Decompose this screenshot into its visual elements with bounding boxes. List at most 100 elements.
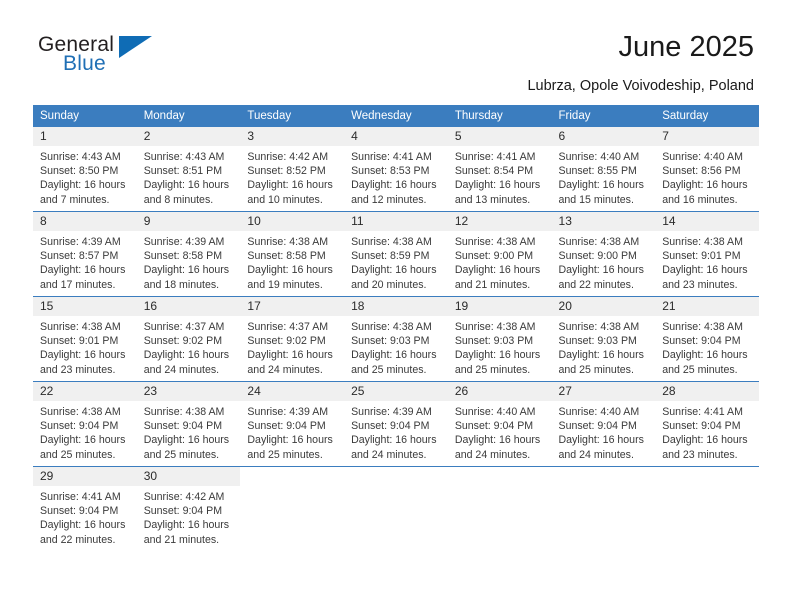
day-cell[interactable]: 17 Sunrise: 4:37 AM Sunset: 9:02 PM Dayligh… [240, 296, 345, 382]
daylight-text-line2: and 17 minutes. [40, 278, 116, 291]
day-cell-empty [447, 466, 552, 551]
day-cell[interactable]: 19 Sunrise: 4:38 AM Sunset: 9:03 PM Dayligh… [447, 296, 552, 382]
sunset-text: Sunset: 9:02 PM [247, 335, 326, 348]
daylight-text-line1: Daylight: 16 hours [40, 179, 126, 192]
sunset-text: Sunset: 9:00 PM [454, 250, 534, 263]
day-number: 27 [551, 382, 656, 401]
sunrise-text: Sunrise: 4:41 AM [662, 406, 743, 418]
day-cell[interactable]: 2 Sunrise: 4:43 AM Sunset: 8:51 PM Daylight… [136, 127, 241, 212]
day-cell[interactable]: 4 Sunrise: 4:41 AM Sunset: 8:53 PM Daylight… [344, 127, 448, 212]
daylight-text-line2: and 25 minutes. [454, 363, 531, 376]
day-number: 13 [551, 212, 656, 231]
daylight-text-line2: and 25 minutes. [351, 363, 427, 376]
day-cell[interactable]: 1 Sunrise: 4:43 AM Sunset: 8:50 PM Daylight… [33, 127, 137, 212]
daylight-text-line1: Daylight: 16 hours [454, 349, 541, 362]
day-cell[interactable]: 10 Sunrise: 4:38 AM Sunset: 8:58 PM Dayligh… [240, 211, 345, 297]
day-details: Sunrise: 4:38 AM Sunset: 9:03 PM Daylight:… [552, 316, 656, 377]
weekday-header-wednesday: Wednesday [344, 105, 448, 127]
day-cell[interactable]: 29 Sunrise: 4:41 AM Sunset: 9:04 PM Dayligh… [33, 466, 137, 551]
daylight-text-line1: Daylight: 16 hours [40, 434, 126, 447]
sunrise-text: Sunrise: 4:38 AM [40, 406, 121, 418]
day-cell[interactable]: 18 Sunrise: 4:38 AM Sunset: 9:03 PM Dayligh… [344, 296, 448, 382]
day-cell[interactable]: 14 Sunrise: 4:38 AM Sunset: 9:01 PM Dayligh… [655, 211, 759, 297]
day-number: 7 [655, 127, 759, 146]
day-details: Sunrise: 4:40 AM Sunset: 8:56 PM Daylight:… [655, 146, 759, 207]
day-number: 2 [136, 127, 241, 146]
daylight-text-line2: and 21 minutes. [143, 533, 220, 546]
day-details: Sunrise: 4:38 AM Sunset: 9:03 PM Daylight:… [344, 316, 448, 377]
sunset-text: Sunset: 9:04 PM [247, 420, 326, 433]
daylight-text-line1: Daylight: 16 hours [143, 349, 230, 362]
daylight-text-line2: and 24 minutes. [558, 448, 634, 461]
day-number: 10 [240, 212, 345, 231]
daylight-text-line1: Daylight: 16 hours [40, 349, 126, 362]
day-cell[interactable]: 13 Sunrise: 4:38 AM Sunset: 9:00 PM Dayligh… [551, 211, 656, 297]
day-cell[interactable]: 25 Sunrise: 4:39 AM Sunset: 9:04 PM Dayligh… [344, 381, 448, 467]
daylight-text-line2: and 24 minutes. [454, 448, 531, 461]
day-cell[interactable]: 6 Sunrise: 4:40 AM Sunset: 8:55 PM Daylight… [551, 127, 656, 212]
day-cell[interactable]: 16 Sunrise: 4:37 AM Sunset: 9:02 PM Dayligh… [136, 296, 241, 382]
sunrise-text: Sunrise: 4:40 AM [558, 406, 640, 418]
day-cell[interactable]: 20 Sunrise: 4:38 AM Sunset: 9:03 PM Dayligh… [551, 296, 656, 382]
daylight-text-line2: and 24 minutes. [143, 363, 220, 376]
sunset-text: Sunset: 8:54 PM [454, 165, 534, 178]
daylight-text-line1: Daylight: 16 hours [143, 264, 230, 277]
page-header: General Blue June 2025 Lubrza, Opole Voi… [0, 0, 792, 100]
day-details: Sunrise: 4:39 AM Sunset: 8:57 PM Daylight:… [33, 231, 137, 292]
daylight-text-line1: Daylight: 16 hours [247, 179, 333, 192]
day-cell[interactable]: 26 Sunrise: 4:40 AM Sunset: 9:04 PM Dayligh… [447, 381, 552, 467]
day-number: 1 [33, 127, 137, 146]
day-cell[interactable]: 5 Sunrise: 4:41 AM Sunset: 8:54 PM Daylight… [447, 127, 552, 212]
day-cell[interactable]: 28 Sunrise: 4:41 AM Sunset: 9:04 PM Dayligh… [655, 381, 759, 467]
daylight-text-line2: and 25 minutes. [40, 448, 116, 461]
daylight-text-line2: and 15 minutes. [558, 193, 634, 206]
day-cell[interactable]: 8 Sunrise: 4:39 AM Sunset: 8:57 PM Daylight… [33, 211, 137, 297]
daylight-text-line1: Daylight: 16 hours [454, 264, 541, 277]
day-number [551, 467, 656, 486]
day-cell[interactable]: 9 Sunrise: 4:39 AM Sunset: 8:58 PM Daylight… [136, 211, 241, 297]
sunrise-text: Sunrise: 4:38 AM [40, 321, 121, 333]
day-number: 24 [240, 382, 345, 401]
day-cell[interactable]: 23 Sunrise: 4:38 AM Sunset: 9:04 PM Dayligh… [136, 381, 241, 467]
day-details: Sunrise: 4:42 AM Sunset: 9:04 PM Daylight:… [137, 486, 241, 547]
daylight-text-line1: Daylight: 16 hours [351, 179, 437, 192]
day-details: Sunrise: 4:41 AM Sunset: 9:04 PM Daylight:… [655, 401, 759, 462]
day-cell-empty [240, 466, 345, 551]
daylight-text-line1: Daylight: 16 hours [351, 434, 437, 447]
day-cell[interactable]: 21 Sunrise: 4:38 AM Sunset: 9:04 PM Dayligh… [655, 296, 759, 382]
day-cell[interactable]: 30 Sunrise: 4:42 AM Sunset: 9:04 PM Dayligh… [136, 466, 241, 551]
day-cell[interactable]: 3 Sunrise: 4:42 AM Sunset: 8:52 PM Daylight… [240, 127, 345, 212]
sunset-text: Sunset: 9:04 PM [662, 335, 741, 348]
sunset-text: Sunset: 8:56 PM [662, 165, 741, 178]
day-details: Sunrise: 4:40 AM Sunset: 9:04 PM Daylight:… [552, 401, 656, 462]
sunset-text: Sunset: 9:03 PM [351, 335, 430, 348]
sunrise-text: Sunrise: 4:38 AM [662, 236, 743, 248]
day-cell[interactable]: 15 Sunrise: 4:38 AM Sunset: 9:01 PM Dayligh… [33, 296, 137, 382]
day-number: 9 [136, 212, 241, 231]
daylight-text-line1: Daylight: 16 hours [662, 264, 748, 277]
day-details: Sunrise: 4:40 AM Sunset: 9:04 PM Daylight:… [448, 401, 552, 462]
day-details: Sunrise: 4:38 AM Sunset: 9:00 PM Daylight:… [448, 231, 552, 292]
day-cell[interactable]: 11 Sunrise: 4:38 AM Sunset: 8:59 PM Dayligh… [344, 211, 448, 297]
daylight-text-line1: Daylight: 16 hours [247, 434, 333, 447]
day-details: Sunrise: 4:39 AM Sunset: 9:04 PM Daylight:… [344, 401, 448, 462]
day-number: 15 [33, 297, 137, 316]
sunrise-text: Sunrise: 4:43 AM [143, 151, 225, 163]
sunrise-text: Sunrise: 4:39 AM [351, 406, 432, 418]
day-details: Sunrise: 4:38 AM Sunset: 8:58 PM Daylight:… [240, 231, 344, 292]
page-subtitle: Lubrza, Opole Voivodeship, Poland [527, 78, 754, 94]
sunset-text: Sunset: 9:04 PM [143, 420, 223, 433]
daylight-text-line2: and 10 minutes. [247, 193, 323, 206]
day-cell[interactable]: 27 Sunrise: 4:40 AM Sunset: 9:04 PM Dayligh… [551, 381, 656, 467]
sunrise-text: Sunrise: 4:38 AM [351, 236, 432, 248]
day-cell[interactable]: 12 Sunrise: 4:38 AM Sunset: 9:00 PM Dayligh… [447, 211, 552, 297]
sunset-text: Sunset: 9:04 PM [558, 420, 637, 433]
daylight-text-line1: Daylight: 16 hours [558, 264, 644, 277]
sunset-text: Sunset: 9:03 PM [454, 335, 534, 348]
day-cell[interactable]: 24 Sunrise: 4:39 AM Sunset: 9:04 PM Dayligh… [240, 381, 345, 467]
daylight-text-line1: Daylight: 16 hours [662, 179, 748, 192]
general-blue-logo[interactable]: General Blue [38, 33, 238, 83]
day-cell[interactable]: 7 Sunrise: 4:40 AM Sunset: 8:56 PM Daylight… [655, 127, 759, 212]
logo-text-blue: Blue [63, 52, 106, 75]
day-cell[interactable]: 22 Sunrise: 4:38 AM Sunset: 9:04 PM Dayligh… [33, 381, 137, 467]
